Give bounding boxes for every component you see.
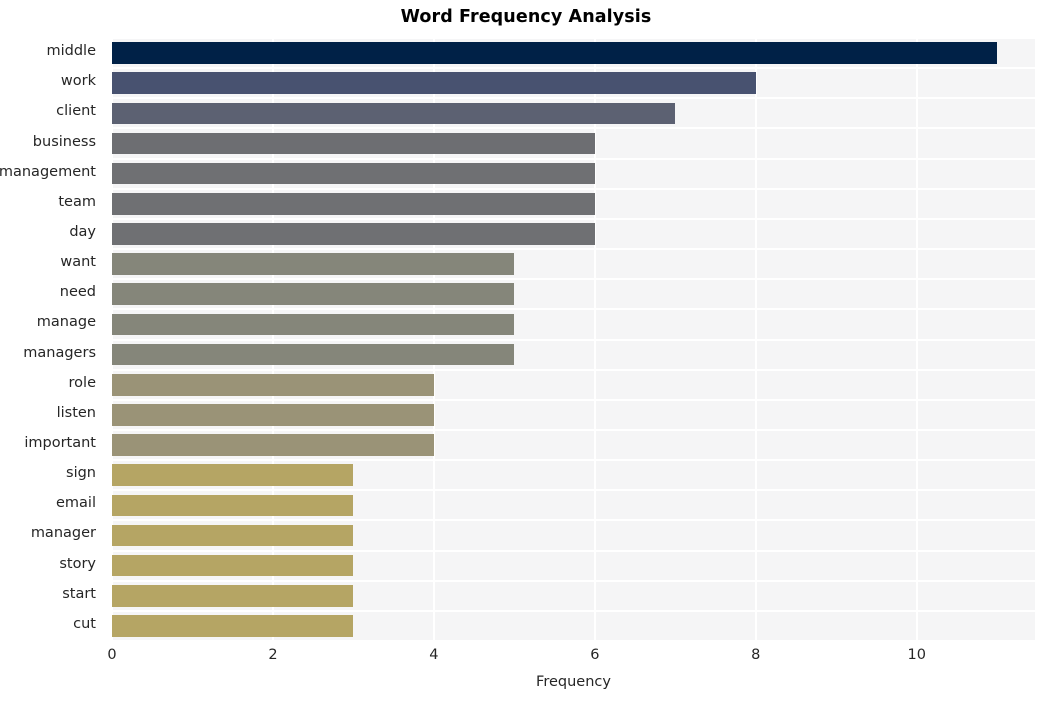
bar-row bbox=[112, 581, 1035, 611]
y-tick-label-story: story bbox=[59, 555, 96, 572]
x-tick-label-10: 10 bbox=[907, 647, 926, 663]
bar-email[interactable] bbox=[112, 494, 354, 517]
y-tick-label-day: day bbox=[69, 223, 96, 240]
bar-row bbox=[112, 38, 1035, 68]
bar-row bbox=[112, 430, 1035, 460]
bar-row bbox=[112, 159, 1035, 189]
bar-row bbox=[112, 520, 1035, 550]
y-tick-label-manage: manage bbox=[36, 314, 96, 331]
bar-business[interactable] bbox=[112, 132, 595, 155]
x-tick-label-4: 4 bbox=[429, 647, 439, 663]
bar-row bbox=[112, 128, 1035, 158]
y-tick-label-business: business bbox=[32, 133, 96, 150]
x-axis-label: Frequency bbox=[536, 674, 611, 690]
x-tick-label-8: 8 bbox=[751, 647, 761, 663]
bar-row bbox=[112, 400, 1035, 430]
bar-row bbox=[112, 68, 1035, 98]
bar-row bbox=[112, 249, 1035, 279]
bar-row bbox=[112, 551, 1035, 581]
y-tick-label-client: client bbox=[56, 103, 96, 120]
bar-story[interactable] bbox=[112, 554, 354, 577]
chart-figure: Word Frequency Analysis middle work client… bbox=[0, 0, 1052, 701]
bar-start[interactable] bbox=[112, 584, 354, 607]
bar-sign[interactable] bbox=[112, 464, 354, 486]
bar-listen[interactable] bbox=[112, 404, 434, 426]
bar-row bbox=[112, 460, 1035, 490]
y-tick-label-cut: cut bbox=[73, 615, 96, 632]
y-tick-label-manager: manager bbox=[30, 525, 96, 542]
y-tick-label-team: team bbox=[58, 193, 96, 210]
bar-manage[interactable] bbox=[112, 313, 515, 336]
bar-important[interactable] bbox=[112, 434, 434, 456]
bar-row bbox=[112, 490, 1035, 520]
y-tick-label-email: email bbox=[56, 495, 96, 512]
plot-area bbox=[112, 38, 1035, 641]
x-axis: 0 2 4 6 8 10 bbox=[107, 641, 1035, 671]
bar-want[interactable] bbox=[112, 253, 515, 275]
bar-team[interactable] bbox=[112, 193, 595, 215]
y-tick-label-role: role bbox=[68, 374, 96, 391]
x-tick-label-6: 6 bbox=[590, 647, 600, 663]
y-tick-label-work: work bbox=[60, 73, 96, 90]
y-tick-label-sign: sign bbox=[66, 465, 96, 482]
y-tick-label-managers: managers bbox=[23, 344, 96, 361]
chart-title: Word Frequency Analysis bbox=[400, 7, 652, 27]
bar-row bbox=[112, 279, 1035, 309]
x-tick-label-2: 2 bbox=[268, 647, 278, 663]
bar-day[interactable] bbox=[112, 223, 595, 245]
y-tick-label-want: want bbox=[60, 254, 96, 271]
bar-row bbox=[112, 219, 1035, 249]
y-tick-label-start: start bbox=[62, 585, 96, 602]
bar-work[interactable] bbox=[112, 72, 756, 95]
bar-middle[interactable] bbox=[112, 42, 998, 64]
bar-row bbox=[112, 340, 1035, 370]
bar-need[interactable] bbox=[112, 283, 515, 306]
y-tick-label-management: management bbox=[0, 163, 96, 180]
x-tick-label-0: 0 bbox=[107, 647, 117, 663]
y-axis: middle work client business management team da… bbox=[0, 38, 104, 641]
y-tick-label-listen: listen bbox=[56, 404, 96, 421]
y-tick-label-middle: middle bbox=[46, 43, 96, 60]
bar-managers[interactable] bbox=[112, 343, 515, 366]
y-tick-label-important: important bbox=[24, 435, 96, 452]
bar-row bbox=[112, 309, 1035, 339]
y-tick-label-need: need bbox=[59, 284, 96, 301]
bar-row bbox=[112, 98, 1035, 128]
bar-cut[interactable] bbox=[112, 615, 354, 637]
bar-row bbox=[112, 370, 1035, 400]
bar-row bbox=[112, 611, 1035, 641]
bar-management[interactable] bbox=[112, 162, 595, 185]
bar-row bbox=[112, 189, 1035, 219]
bar-role[interactable] bbox=[112, 373, 434, 396]
bar-client[interactable] bbox=[112, 102, 676, 125]
bar-manager[interactable] bbox=[112, 524, 354, 547]
